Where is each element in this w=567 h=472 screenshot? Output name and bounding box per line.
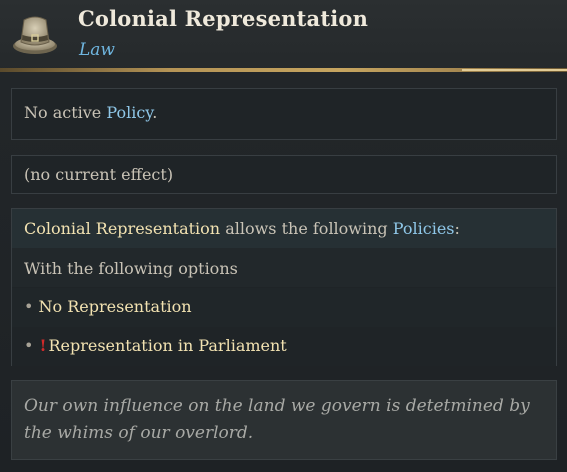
option-label: Representation in Parliament <box>48 336 287 355</box>
list-item[interactable]: • No Representation <box>24 297 192 316</box>
policies-link[interactable]: Policies <box>393 219 455 238</box>
allowed-heading: Colonial Representation allows the follo… <box>24 219 460 238</box>
bullet: • <box>24 297 34 316</box>
law-tooltip: Colonial Representation Law No active Po… <box>0 0 567 472</box>
options-heading: With the following options <box>24 259 238 278</box>
law-title: Colonial Representation <box>78 6 369 31</box>
law-type-label: Law <box>79 40 115 60</box>
warning-icon: ! <box>39 336 47 355</box>
flavor-text-panel: Our own influence on the land we govern … <box>11 380 557 460</box>
flavor-text: Our own influence on the land we govern … <box>24 396 530 443</box>
active-policy-prefix: No active <box>24 103 107 122</box>
law-name-link[interactable]: Colonial Representation <box>24 219 220 238</box>
policy-link[interactable]: Policy <box>106 103 152 122</box>
bullet: • <box>24 336 34 355</box>
list-item[interactable]: •! Representation in Parliament <box>24 336 287 355</box>
allowed-policies-panel: Colonial Representation allows the follo… <box>11 208 557 366</box>
option-label: No Representation <box>38 297 192 316</box>
allowed-heading-middle: allows the following <box>220 219 393 238</box>
active-policy-line: No active Policy. <box>24 103 157 122</box>
current-effect-text: (no current effect) <box>24 165 174 184</box>
header-divider-highlight <box>462 69 567 71</box>
allowed-heading-colon: : <box>454 219 460 238</box>
tricorn-hat-icon <box>13 16 57 54</box>
tooltip-header: Colonial Representation Law <box>0 0 567 72</box>
current-effect-panel: (no current effect) <box>11 155 557 194</box>
active-policy-suffix: . <box>152 103 158 122</box>
active-policy-panel: No active Policy. <box>11 88 557 140</box>
